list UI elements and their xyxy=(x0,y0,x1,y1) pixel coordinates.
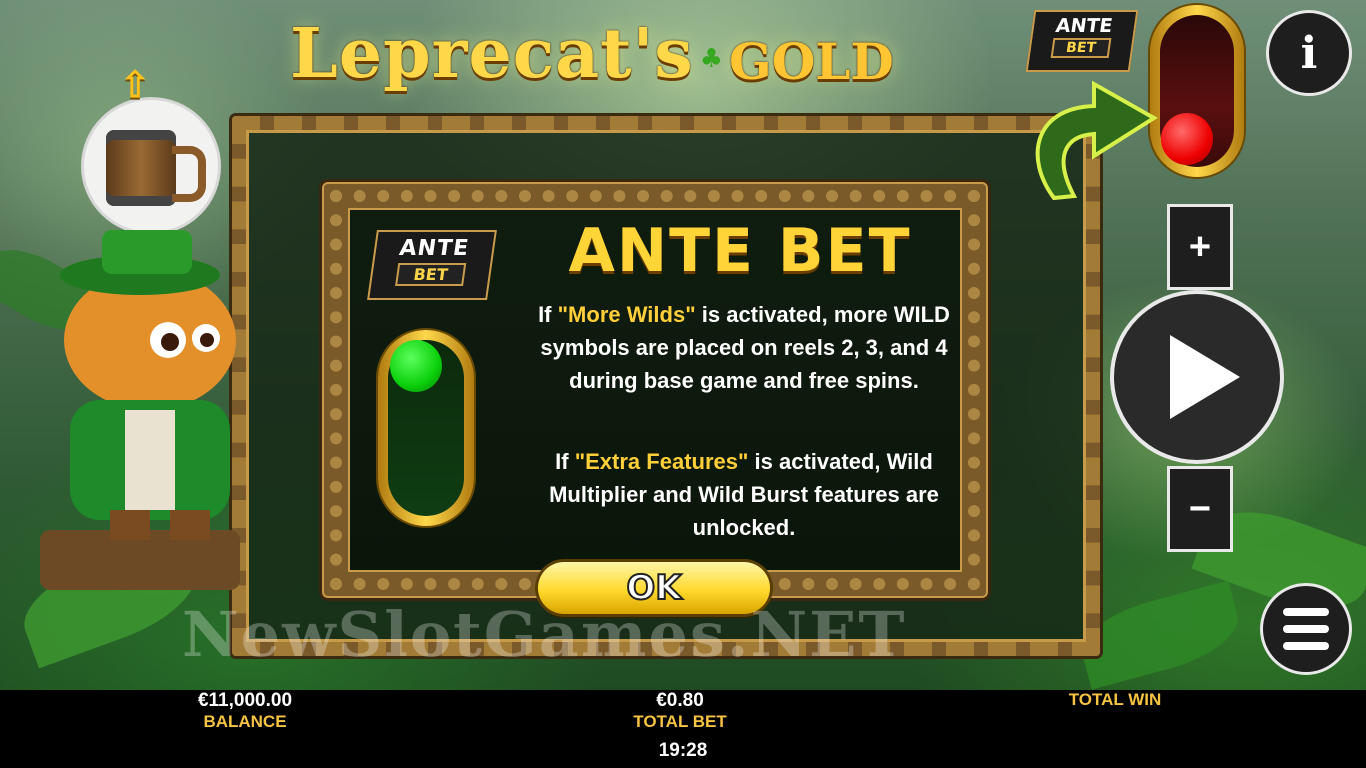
ante-bet-badge: ANTE BET xyxy=(1025,10,1139,72)
logo-gold: GOLD xyxy=(729,31,894,91)
total-bet-display: €0.80 TOTAL BET xyxy=(600,690,760,732)
ante-badge-line1: ANTE xyxy=(1054,15,1114,37)
total-bet-value: €0.80 xyxy=(656,690,704,711)
para1-prefix: If xyxy=(538,302,558,327)
play-icon xyxy=(1170,335,1240,419)
info-button[interactable]: i xyxy=(1266,10,1352,96)
extra-features-highlight: "Extra Features" xyxy=(574,449,749,474)
game-background: Leprecat's ♣ GOLD ⇧ ⇩ ANTE BET i + xyxy=(0,0,1366,690)
toggle-knob-on xyxy=(390,340,442,392)
para2-prefix: If xyxy=(555,449,575,474)
info-icon: i xyxy=(1300,27,1318,79)
leprecat-character xyxy=(40,230,240,590)
clover-icon: ♣ xyxy=(699,44,724,74)
game-logo: Leprecat's ♣ GOLD xyxy=(290,8,990,100)
dialog-badge-line1: ANTE xyxy=(397,236,471,261)
minus-icon: − xyxy=(1188,487,1212,530)
curved-arrow-icon xyxy=(1035,80,1158,201)
dialog-title: ANTE BET xyxy=(568,216,912,286)
ante-badge-line2: BET xyxy=(1050,38,1112,58)
menu-button[interactable] xyxy=(1260,583,1352,675)
dialog-ante-badge: ANTE BET xyxy=(367,230,497,300)
clock: 19:28 xyxy=(658,740,708,761)
mug-handle xyxy=(172,146,206,202)
balance-display: €11,000.00 BALANCE xyxy=(160,690,330,732)
arrow-up-icon: ⇧ xyxy=(120,64,151,105)
mug-icon xyxy=(106,130,176,206)
logo-title: Leprecat's xyxy=(290,14,694,94)
total-win-display: TOTAL WIN xyxy=(1030,690,1200,710)
bet-increase-button[interactable]: + xyxy=(1167,204,1233,290)
spin-button[interactable] xyxy=(1110,290,1284,464)
more-wilds-highlight: "More Wilds" xyxy=(557,302,696,327)
plus-icon: + xyxy=(1188,225,1212,268)
watermark: NewSlotGames.NET xyxy=(182,598,907,671)
bet-decrease-button[interactable]: − xyxy=(1167,466,1233,552)
toggle-knob-off xyxy=(1161,113,1213,165)
dialog-paragraph-more-wilds: If "More Wilds" is activated, more WILD … xyxy=(520,298,968,397)
ante-bet-toggle[interactable] xyxy=(1150,5,1244,177)
dialog-paragraph-extra-features: If "Extra Features" is activated, Wild M… xyxy=(520,445,968,544)
hamburger-icon xyxy=(1283,608,1329,650)
balance-value: €11,000.00 xyxy=(197,690,293,711)
total-win-label: TOTAL WIN xyxy=(1068,690,1162,709)
dialog-badge-line2: BET xyxy=(395,263,467,286)
total-bet-label: TOTAL BET xyxy=(633,712,727,731)
dialog-toggle-illustration xyxy=(378,330,474,526)
balance-label: BALANCE xyxy=(203,712,287,731)
